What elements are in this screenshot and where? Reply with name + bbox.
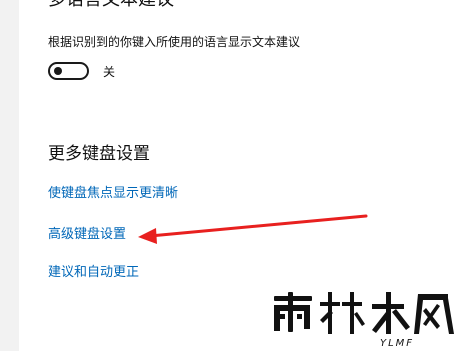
multilingual-suggestions-toggle-row: 关 (48, 61, 115, 81)
keyboard-focus-link[interactable]: 使键盘焦点显示更清晰 (48, 186, 178, 202)
more-keyboard-settings-heading: 更多键盘设置 (48, 144, 150, 164)
toggle-state-label: 关 (103, 64, 116, 79)
toggle-knob (54, 67, 62, 75)
multilingual-suggestions-description: 根据识别到的你键入所使用的语言显示文本建议 (48, 35, 301, 49)
arrow-head (138, 228, 157, 244)
left-panel-edge (0, 0, 19, 351)
ylmf-logo: YLMF (274, 292, 454, 348)
ylmf-subtext: YLMF (380, 338, 414, 348)
section-heading-multilingual: 多语言文本建议 (48, 0, 174, 10)
suggestions-autocorrect-link[interactable]: 建议和自动更正 (48, 265, 139, 281)
arrow-shaft (148, 214, 368, 238)
multilingual-suggestions-toggle[interactable] (48, 62, 89, 80)
advanced-keyboard-settings-link[interactable]: 高级键盘设置 (48, 227, 126, 243)
